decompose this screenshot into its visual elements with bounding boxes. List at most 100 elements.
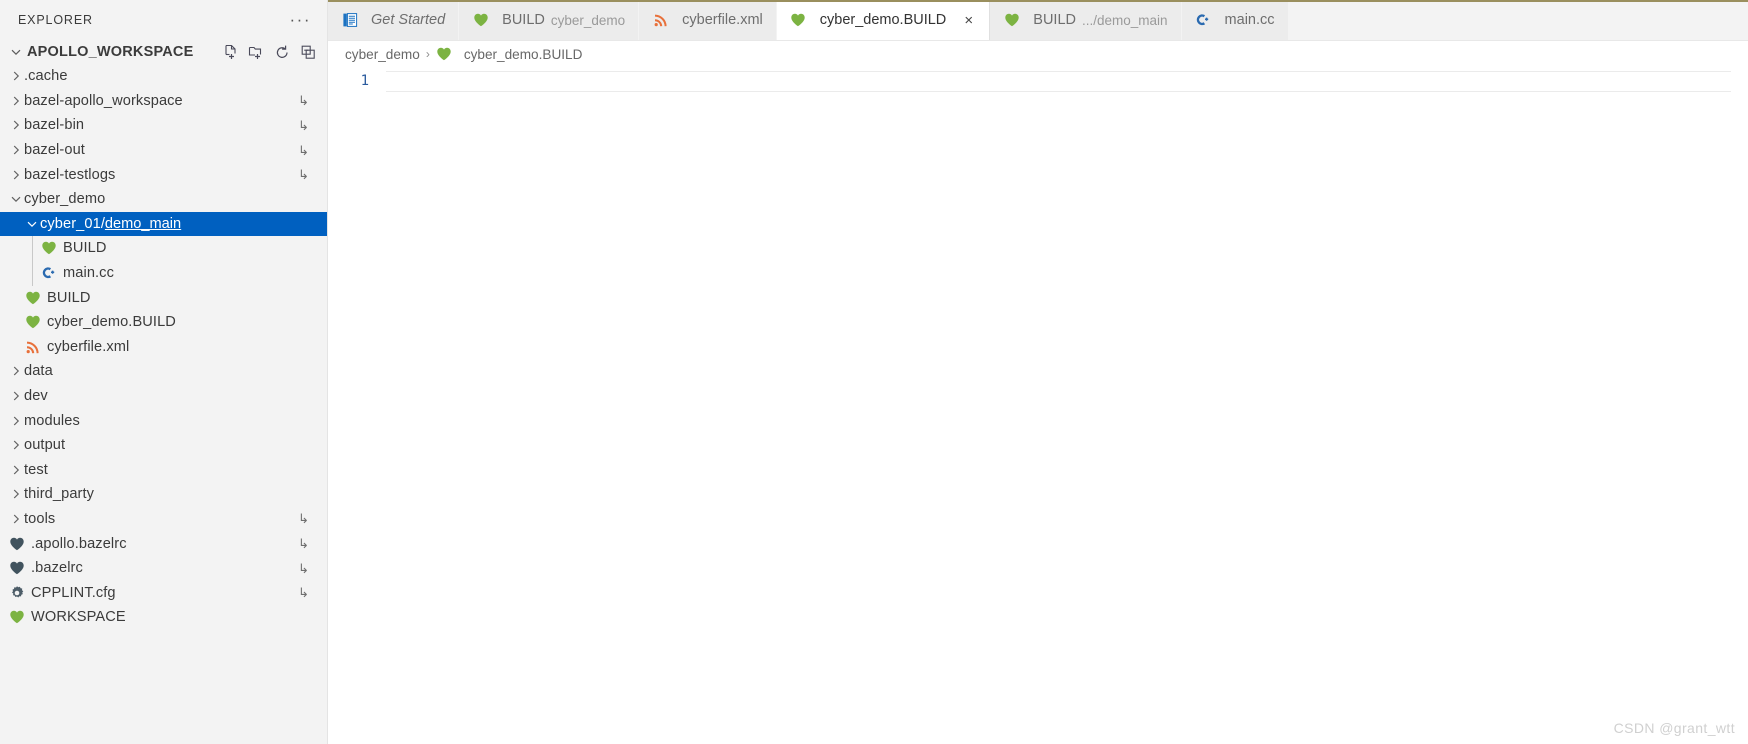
tree-item-label: cyber_demo bbox=[24, 191, 106, 208]
cpp-icon bbox=[1195, 12, 1212, 29]
tree-item-label: .bazelrc bbox=[31, 560, 83, 577]
editor-tab[interactable]: BUILD .../demo_main bbox=[990, 0, 1182, 40]
symlink-indicator-icon: ↳ bbox=[298, 536, 309, 552]
chevron-right-icon[interactable] bbox=[8, 437, 24, 453]
symlink-indicator-icon: ↳ bbox=[298, 560, 309, 576]
editor-tab[interactable]: Get Started bbox=[328, 0, 460, 40]
chevron-down-icon[interactable] bbox=[8, 191, 24, 207]
tree-item-label: modules bbox=[24, 412, 80, 429]
chevron-right-icon[interactable] bbox=[8, 388, 24, 404]
workspace-root-row[interactable]: APOLLO_WORKSPACE bbox=[0, 40, 327, 64]
tree-item-label: output bbox=[24, 437, 66, 454]
symlink-indicator-icon: ↳ bbox=[298, 93, 309, 109]
tree-file-row[interactable]: cyber_demo.BUILD bbox=[0, 310, 327, 335]
editor-tab[interactable]: BUILD cyber_demo bbox=[459, 0, 640, 40]
editor-tab[interactable]: cyberfile.xml bbox=[639, 0, 777, 40]
breadcrumb-item[interactable]: cyber_demo.BUILD bbox=[436, 46, 582, 63]
tree-indent-guide bbox=[32, 236, 33, 286]
close-icon[interactable]: × bbox=[961, 13, 976, 28]
explorer-more-actions-icon[interactable]: ··· bbox=[286, 11, 315, 28]
collapse-all-icon[interactable] bbox=[300, 44, 317, 61]
chevron-right-icon[interactable] bbox=[8, 486, 24, 502]
bazel-heart-green bbox=[24, 314, 41, 331]
tree-folder-row[interactable]: test bbox=[0, 458, 327, 483]
editor-tab-label: BUILD bbox=[502, 12, 545, 28]
tree-file-row[interactable]: cyberfile.xml bbox=[0, 335, 327, 360]
tree-folder-row[interactable]: bazel-testlogs ↳ bbox=[0, 162, 327, 187]
tree-item-label: bazel-bin bbox=[24, 117, 85, 134]
symlink-indicator-icon: ↳ bbox=[298, 167, 309, 183]
tree-folder-row[interactable]: third_party bbox=[0, 482, 327, 507]
tree-folder-row[interactable]: cyber_demo bbox=[0, 187, 327, 212]
tree-file-row[interactable]: CPPLINT.cfg ↳ bbox=[0, 580, 327, 605]
tree-item-label: main.cc bbox=[63, 265, 114, 282]
code-content[interactable] bbox=[386, 67, 1748, 744]
chevron-right-icon[interactable] bbox=[8, 142, 24, 158]
file-tree: .cache bazel-apollo_workspace ↳ bazel-bin ↳ b… bbox=[0, 64, 327, 630]
chevron-down-icon[interactable] bbox=[24, 216, 40, 232]
text-editor[interactable]: 1 CSDN @grant_wtt bbox=[328, 67, 1748, 744]
tree-file-row[interactable]: BUILD bbox=[0, 285, 327, 310]
tree-item-label: .cache bbox=[24, 68, 68, 85]
breadcrumb-item[interactable]: cyber_demo bbox=[345, 47, 420, 62]
editor-tab-label: Get Started bbox=[371, 12, 446, 28]
editor-tab-label: cyberfile.xml bbox=[682, 12, 763, 28]
tree-file-row[interactable]: main.cc bbox=[0, 261, 327, 286]
bazel-heart-green bbox=[1003, 12, 1020, 29]
chevron-right-icon[interactable] bbox=[8, 117, 24, 133]
explorer-header: EXPLORER ··· bbox=[0, 0, 327, 40]
chevron-right-icon[interactable] bbox=[8, 68, 24, 84]
chevron-right-icon[interactable] bbox=[8, 93, 24, 109]
editor-tab[interactable]: main.cc bbox=[1181, 0, 1289, 40]
bazel-heart-green bbox=[8, 609, 25, 626]
chevron-right-icon[interactable] bbox=[8, 462, 24, 478]
chevron-right-icon[interactable] bbox=[8, 511, 24, 527]
tab-bar-empty-space bbox=[1288, 0, 1748, 40]
new-file-icon[interactable] bbox=[222, 44, 239, 61]
tree-folder-row[interactable]: data bbox=[0, 359, 327, 384]
tree-item-label: BUILD bbox=[63, 240, 107, 257]
tree-folder-row[interactable]: output bbox=[0, 433, 327, 458]
xml-icon bbox=[24, 338, 41, 355]
tree-item-label: tools bbox=[24, 510, 56, 527]
tree-folder-row[interactable]: bazel-bin ↳ bbox=[0, 113, 327, 138]
chevron-right-icon[interactable] bbox=[8, 413, 24, 429]
tree-item-label: cyberfile.xml bbox=[47, 338, 130, 355]
tree-file-row[interactable]: .apollo.bazelrc ↳ bbox=[0, 531, 327, 556]
tree-item-label: bazel-apollo_workspace bbox=[24, 92, 183, 109]
tree-file-row[interactable]: BUILD bbox=[0, 236, 327, 261]
tree-item-label: CPPLINT.cfg bbox=[31, 584, 116, 601]
tree-folder-row[interactable]: tools ↳ bbox=[0, 507, 327, 532]
cpp-icon bbox=[40, 265, 57, 282]
tree-folder-row[interactable]: dev bbox=[0, 384, 327, 409]
page-title: EXPLORER bbox=[18, 13, 93, 27]
bazel-heart-green bbox=[436, 46, 453, 63]
editor-group: Get Started BUILD cyber_demo cyberfile.xml c… bbox=[328, 0, 1748, 744]
symlink-indicator-icon: ↳ bbox=[298, 511, 309, 527]
tree-file-row[interactable]: WORKSPACE bbox=[0, 605, 327, 630]
bazel-heart-green bbox=[40, 240, 57, 257]
chevron-down-icon[interactable] bbox=[8, 44, 24, 60]
tree-item-sublabel: demo_main bbox=[104, 215, 182, 232]
tree-file-row[interactable]: .bazelrc ↳ bbox=[0, 556, 327, 581]
bazel-heart-dark bbox=[8, 535, 25, 552]
tree-folder-row[interactable]: modules bbox=[0, 408, 327, 433]
tree-item-label: .apollo.bazelrc bbox=[31, 535, 127, 552]
tree-folder-row[interactable]: bazel-out ↳ bbox=[0, 138, 327, 163]
symlink-indicator-icon: ↳ bbox=[298, 585, 309, 601]
editor-tab[interactable]: cyber_demo.BUILD × bbox=[776, 0, 991, 40]
refresh-icon[interactable] bbox=[274, 44, 291, 61]
chevron-right-icon[interactable] bbox=[8, 167, 24, 183]
code-line[interactable] bbox=[386, 71, 1731, 92]
tree-folder-row[interactable]: .cache bbox=[0, 64, 327, 89]
tree-item-label: cyber_demo.BUILD bbox=[47, 314, 176, 331]
vscode-window: EXPLORER ··· APOLLO_WORKSPACE .cache baz… bbox=[0, 0, 1748, 744]
new-folder-icon[interactable] bbox=[248, 44, 265, 61]
tree-item-label: test bbox=[24, 461, 48, 478]
breadcrumb-item-label: cyber_demo bbox=[345, 46, 420, 62]
breadcrumb: cyber_demo › cyber_demo.BUILD bbox=[328, 41, 1748, 67]
tree-folder-row[interactable]: cyber_01 / demo_main bbox=[0, 211, 327, 237]
chevron-right-icon[interactable] bbox=[8, 363, 24, 379]
tree-folder-row[interactable]: bazel-apollo_workspace ↳ bbox=[0, 89, 327, 114]
tree-item-label: WORKSPACE bbox=[31, 609, 126, 626]
